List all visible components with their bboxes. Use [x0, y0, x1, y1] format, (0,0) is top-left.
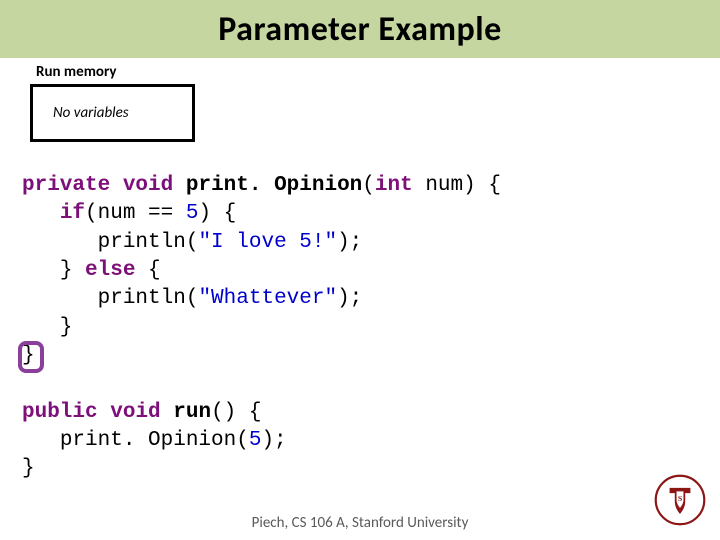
memory-box-text: No variables: [53, 104, 129, 122]
code-text: );: [337, 287, 362, 310]
keyword-void: void: [110, 401, 160, 424]
keyword-private: private: [22, 174, 110, 197]
code-block: private void print. Opinion( int num) { i…: [22, 172, 501, 484]
param-name: num) {: [413, 174, 501, 197]
highlight-closing-brace: [18, 341, 44, 373]
code-indent: [22, 231, 98, 254]
code-text: (num ==: [85, 202, 186, 225]
code-brace: }: [60, 259, 85, 282]
code-text: ) {: [198, 202, 236, 225]
code-text: );: [337, 231, 362, 254]
code-text: {: [135, 259, 160, 282]
code-indent: [22, 259, 60, 282]
code-call: println(: [98, 231, 199, 254]
stanford-logo-icon: S: [654, 474, 706, 526]
code-call: print. Opinion(: [60, 429, 249, 452]
code-line: }: [22, 457, 35, 480]
svg-text:S: S: [678, 494, 682, 503]
keyword-void: void: [123, 174, 173, 197]
keyword-else: else: [85, 259, 135, 282]
keyword-public: public: [22, 401, 98, 424]
type-int: int: [375, 174, 413, 197]
keyword-if: if: [60, 202, 85, 225]
footer-text: Piech, CS 106 A, Stanford University: [0, 514, 720, 532]
number-literal: 5: [249, 429, 262, 452]
string-literal: "Whattever": [198, 287, 337, 310]
code-text: );: [261, 429, 286, 452]
method-name-printopinion: print. Opinion: [186, 174, 362, 197]
code-indent: [22, 429, 60, 452]
code-indent: [22, 287, 98, 310]
run-memory-label: Run memory: [36, 63, 116, 81]
code-indent: [22, 202, 60, 225]
slide-title: Parameter Example: [218, 9, 501, 50]
string-literal: "I love 5!": [198, 231, 337, 254]
code-text: () {: [211, 401, 261, 424]
method-name-run: run: [173, 401, 211, 424]
code-line: }: [22, 316, 72, 339]
number-literal: 5: [186, 202, 199, 225]
code-call: println(: [98, 287, 199, 310]
title-bar: Parameter Example: [0, 0, 720, 58]
memory-box: No variables: [30, 84, 195, 142]
